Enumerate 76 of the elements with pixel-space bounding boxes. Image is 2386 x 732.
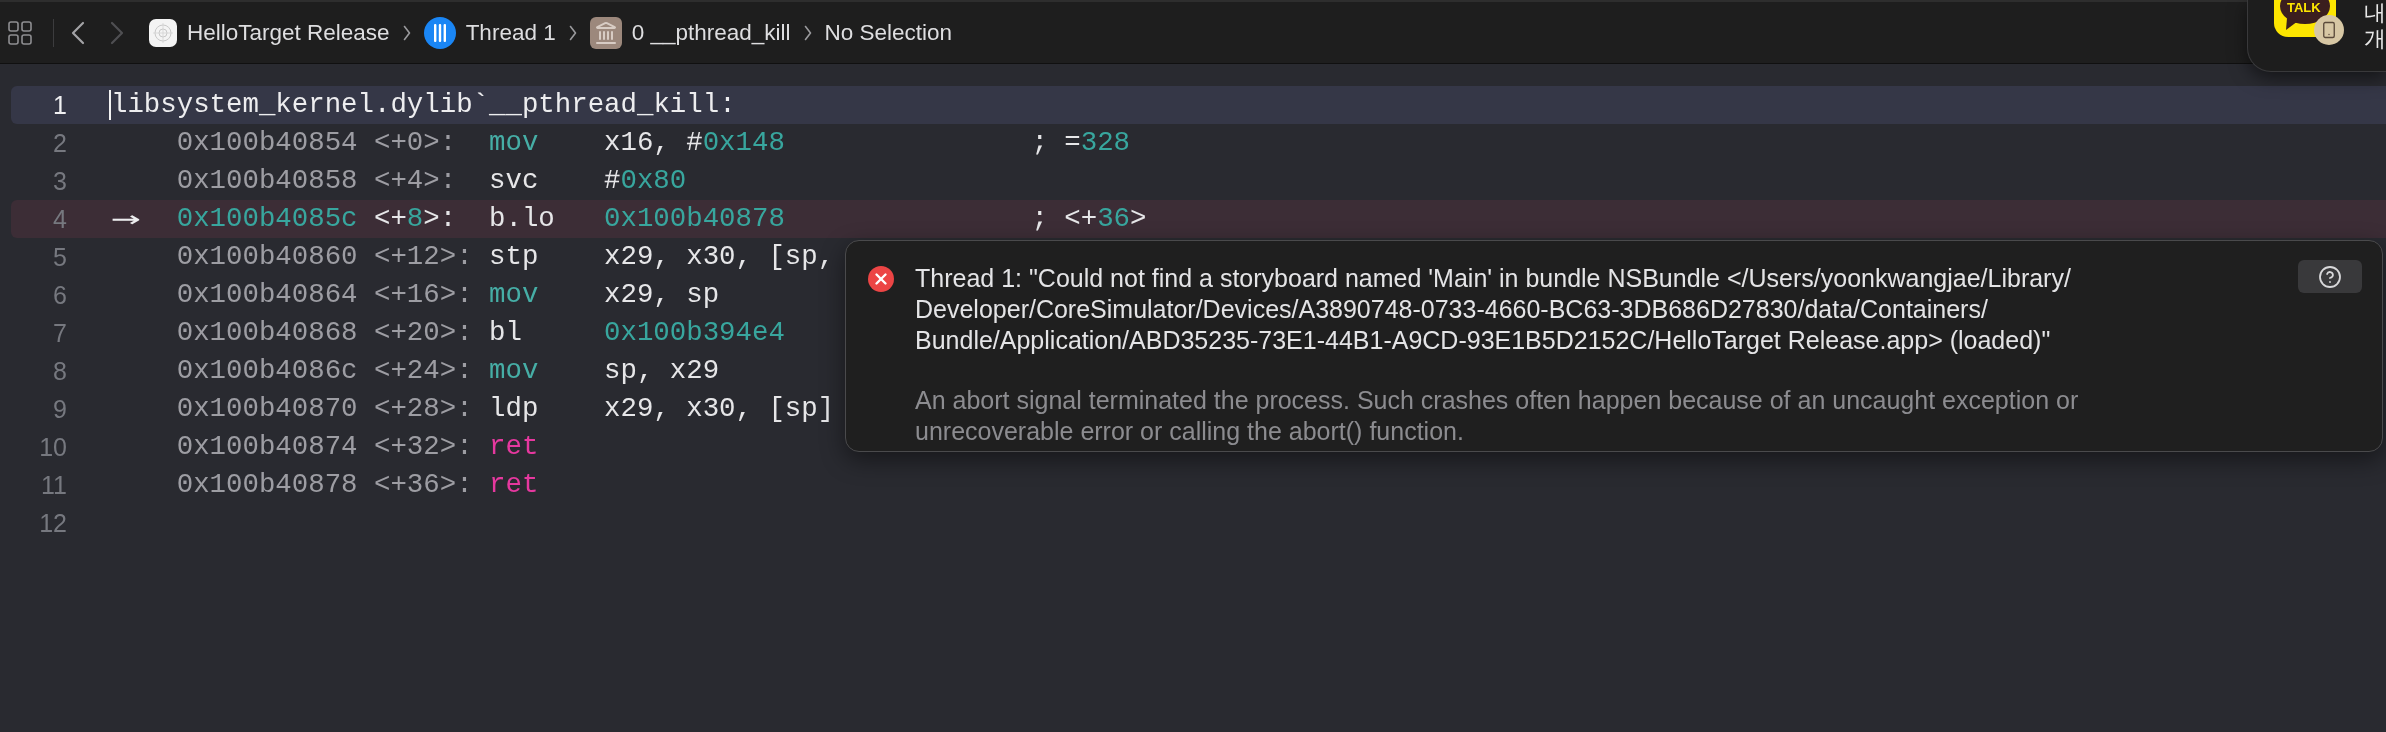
instruction-operands: 0x100b394e4: [604, 319, 785, 347]
instruction-mnemonic: b.lo: [489, 205, 555, 233]
instruction-address: 0x100b4085c: [176, 205, 358, 233]
line-number: 1: [53, 92, 67, 118]
vertical-bars-icon: [423, 16, 456, 49]
instruction-mnemonic: mov: [489, 129, 539, 157]
line-number: 4: [53, 206, 67, 232]
instruction-operands: x29, x30, [sp]: [604, 395, 835, 423]
instruction-address: 0x100b40858: [176, 167, 358, 195]
app-tile-icon: [149, 18, 177, 47]
instruction-mnemonic: ldp: [489, 395, 539, 423]
instruction-offset: <+0>:: [373, 129, 457, 157]
instruction-operands: x29, sp: [604, 281, 720, 309]
instruction-operands: 0x100b40878: [604, 205, 785, 233]
line-number: 12: [39, 510, 67, 536]
breadcrumb-item[interactable]: HelloTarget Release: [149, 15, 390, 50]
text-cursor: [109, 90, 111, 120]
symbol-label: libsystem_kernel.dylib`__pthread_kill:: [111, 91, 736, 119]
error-explanation: An abort signal terminated the process. Such crashes often happen because of an uncaught exception or unrecoverable error or calling the abort() function.: [915, 385, 2080, 447]
line-number: 3: [53, 168, 67, 194]
chevron-icon: [568, 24, 577, 41]
error-icon: [868, 266, 894, 292]
instruction-address: 0x100b40874: [176, 433, 358, 461]
logo-text: TALK: [2287, 1, 2321, 14]
instruction-address: 0x100b40864: [176, 281, 358, 309]
instruction-comment: ; =328: [1031, 129, 1131, 157]
breadcrumb-item[interactable]: 0 __pthread_kill: [589, 15, 791, 50]
instruction-address: 0x100b40868: [176, 319, 358, 347]
help-icon: [2318, 264, 2342, 289]
line-number: 9: [53, 396, 67, 422]
notification-text: 개: [2364, 26, 2386, 52]
grid-icon[interactable]: [8, 20, 32, 45]
instruction-offset: <+16>:: [373, 281, 473, 309]
chevron-left-icon[interactable]: [70, 20, 86, 45]
error-message: Thread 1: "Could not find a storyboard named 'Main' in bundle NSBundle </Users/yoonkwangjae/Library/ Developer/CoreSimulator/Devices/A3890748-0733-4660-BC63-3DB686D27830/data/Containers/ Bundle/Application/ABD35235-73E1-44B1-A9CD-93E1B5D2152C/HelloTarget Release.app> (loaded)": [915, 263, 2072, 356]
phone-badge-icon: [2314, 15, 2344, 45]
instruction-offset: <+24>:: [373, 357, 473, 385]
instruction-comment: ; <+36>: [1031, 205, 1147, 233]
breadcrumb-item[interactable]: No Selection: [824, 15, 953, 50]
help-button[interactable]: [2298, 260, 2362, 293]
instruction-mnemonic: ret: [489, 433, 539, 461]
instruction-operands: sp, x29: [604, 357, 720, 385]
instruction-offset: <+28>:: [373, 395, 473, 423]
instruction-operands: x29, x30, [sp,: [604, 243, 835, 271]
instruction-offset: <+20>:: [373, 319, 473, 347]
line-number: 6: [53, 282, 67, 308]
instruction-mnemonic: mov: [489, 357, 539, 385]
instruction-address: 0x100b40854: [176, 129, 358, 157]
instruction-address: 0x100b40860: [176, 243, 358, 271]
breadcrumb-item[interactable]: Thread 1: [423, 15, 556, 50]
line-number: 2: [53, 130, 67, 156]
instruction-offset: <+8>:: [373, 205, 457, 233]
chevron-icon: [402, 24, 411, 41]
instruction-address: 0x100b40870: [176, 395, 358, 423]
instruction-offset: <+4>:: [373, 167, 457, 195]
instruction-mnemonic: bl: [489, 319, 522, 347]
line-number: 11: [41, 472, 67, 498]
instruction-address: 0x100b40878: [176, 471, 358, 499]
line-number: 8: [53, 358, 67, 384]
notification-text: 내: [2364, 0, 2386, 26]
instruction-mnemonic: stp: [489, 243, 539, 271]
instruction-operands: #0x80: [604, 167, 687, 195]
line-number: 5: [53, 244, 67, 270]
line-number: 10: [39, 434, 67, 460]
current-line-arrow: →: [111, 204, 141, 232]
instruction-offset: <+12>:: [373, 243, 473, 271]
instruction-mnemonic: ret: [489, 471, 539, 499]
instruction-offset: <+36>:: [373, 471, 473, 499]
instruction-operands: x16, #0x148: [604, 129, 785, 157]
line-number: 7: [53, 320, 67, 346]
instruction-address: 0x100b4086c: [176, 357, 358, 385]
instruction-offset: <+32>:: [373, 433, 473, 461]
instruction-mnemonic: mov: [489, 281, 539, 309]
chevron-icon: [803, 24, 812, 41]
building-icon: [589, 16, 622, 49]
instruction-mnemonic: svc: [489, 167, 539, 195]
